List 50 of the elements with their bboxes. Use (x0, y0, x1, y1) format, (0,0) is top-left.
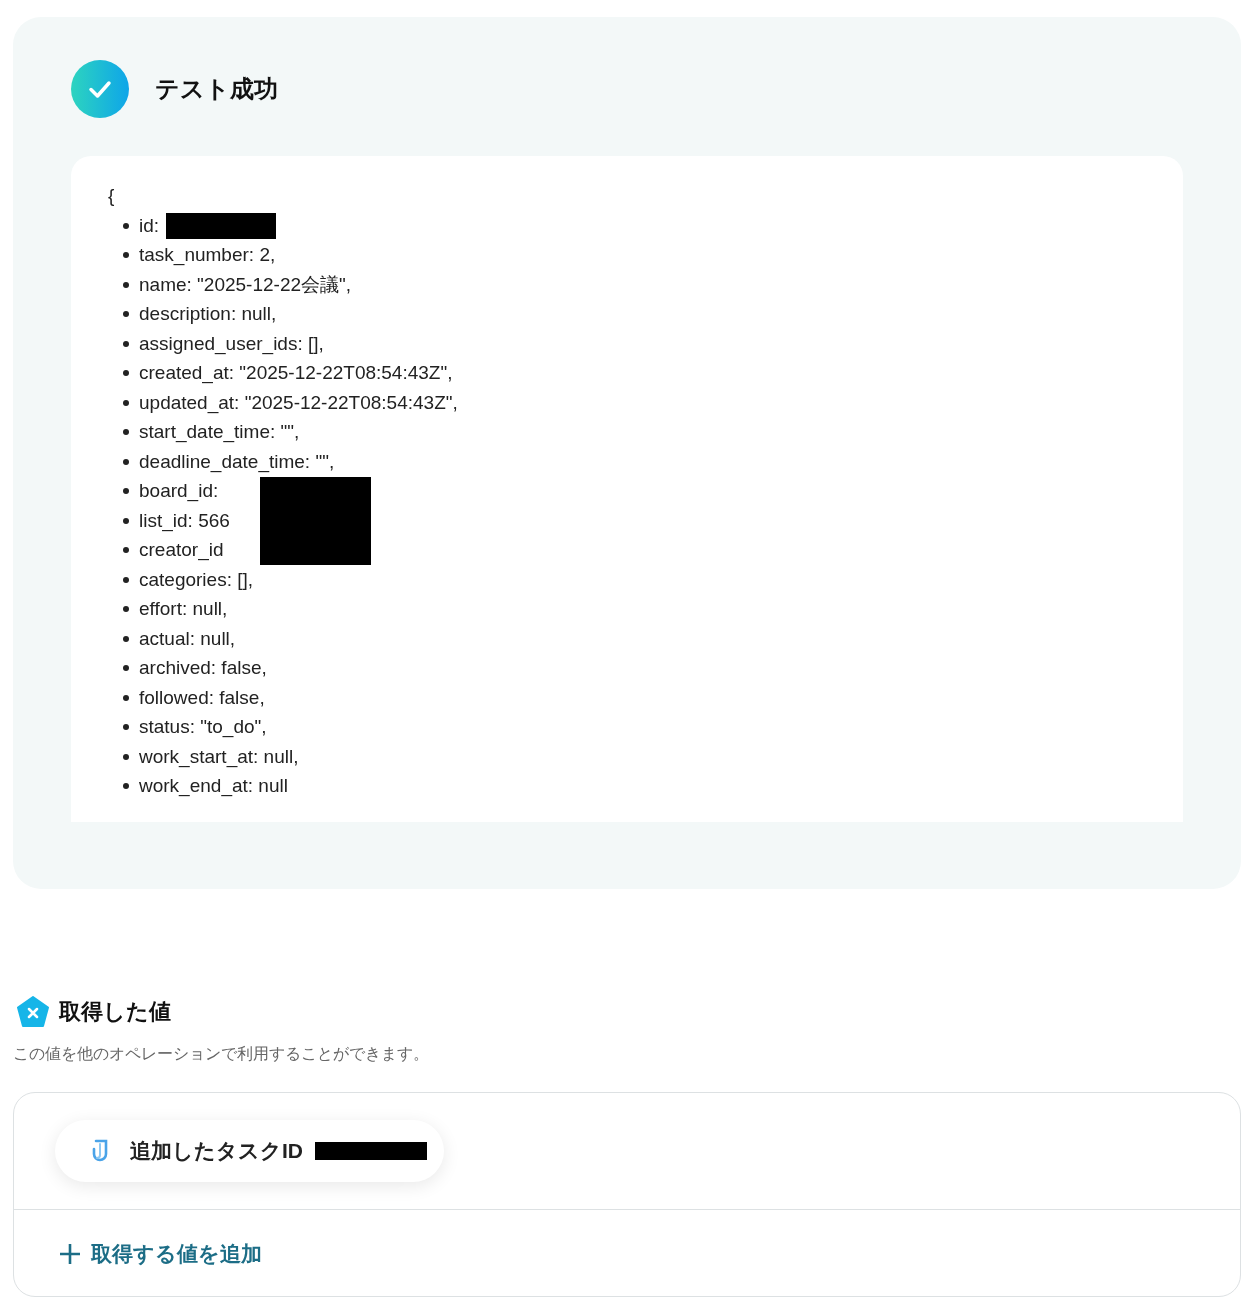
field-text: description: null, (139, 302, 277, 326)
brace-text: { (108, 184, 115, 208)
add-value-button[interactable]: 取得する値を追加 (59, 1238, 262, 1270)
bullet-icon (123, 429, 129, 436)
bullet-icon (123, 753, 129, 760)
field-text: assigned_user_ids: [], (139, 331, 324, 357)
field-text: created_at: "2025-12-22T08:54:43Z", (139, 361, 453, 386)
bullet-icon (123, 724, 129, 731)
bullet-icon (123, 783, 129, 790)
bullet-icon (123, 517, 129, 524)
field-text: followed: false, (139, 685, 265, 710)
field-text: categories: [], (139, 567, 254, 592)
section-description: この値を他のオペレーションで利用することができます。 (13, 1044, 429, 1064)
field-text: creator_id (139, 538, 224, 563)
field-text: work_end_at: null (139, 774, 288, 799)
bullet-icon (123, 576, 129, 583)
bullet-icon (123, 547, 129, 554)
field-text: status: "to_do", (139, 715, 267, 740)
field-text: id: (139, 213, 160, 238)
field-text: archived: false, (139, 656, 267, 680)
field-text: work_start_at: null, (139, 744, 299, 770)
field-text: actual: null, (139, 626, 236, 651)
field-text: updated_at: "2025-12-22T08:54:43Z", (139, 390, 458, 416)
field-text: effort: null, (139, 597, 228, 621)
bullet-icon (123, 311, 129, 318)
bullet-icon (123, 488, 129, 495)
bullet-icon (123, 281, 129, 288)
bullet-icon (123, 458, 129, 465)
value-chip[interactable]: 追加したタスクID (55, 1120, 444, 1182)
field-text: deadline_date_time: "", (139, 449, 335, 475)
field-text: name: "2025-12-22会議", (139, 272, 352, 297)
bullet-icon (123, 665, 129, 672)
bullet-icon (123, 340, 129, 347)
pentagon-x-icon (17, 995, 49, 1028)
result-title: テスト成功 (155, 74, 278, 104)
section-title: 取得した値 (59, 998, 171, 1026)
check-icon (71, 60, 129, 118)
value-label: 追加したタスクID (130, 1138, 303, 1165)
field-text: board_id: (139, 479, 219, 504)
field-text: list_id: 566 (139, 508, 230, 534)
field-text: start_date_time: "", (139, 420, 300, 445)
plus-icon (59, 1242, 81, 1265)
field-text: task_number: 2, (139, 243, 276, 268)
bullet-icon (123, 252, 129, 259)
bullet-icon (123, 222, 129, 229)
bullet-icon (123, 694, 129, 701)
bullet-icon (123, 606, 129, 613)
bullet-icon (123, 635, 129, 642)
bullet-icon (123, 370, 129, 377)
bullet-icon (123, 399, 129, 406)
